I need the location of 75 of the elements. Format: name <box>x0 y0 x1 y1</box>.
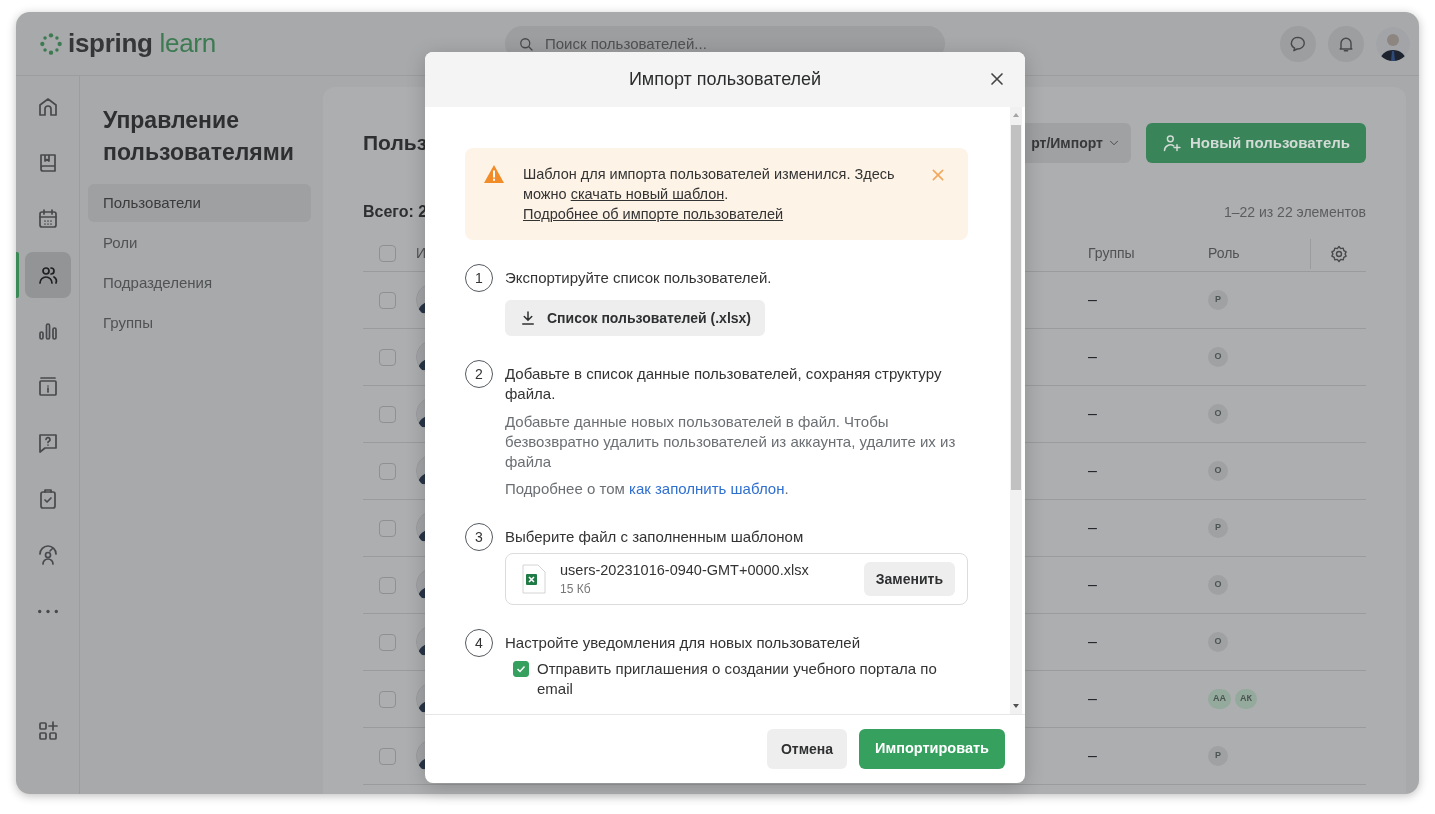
checkbox[interactable] <box>513 661 529 677</box>
spreadsheet-file-icon <box>522 564 546 594</box>
role-badge: Р <box>1208 290 1228 310</box>
add-user-icon <box>1161 133 1182 153</box>
checkbox-label: Отправить приглашения о создании учебного портала по email <box>537 659 938 699</box>
step-text: Выберите файл с заполненным шаблоном <box>505 527 805 547</box>
avatar[interactable] <box>1376 26 1410 61</box>
sidebar-item[interactable]: Подразделения <box>88 264 311 302</box>
section-title: Управление пользователями <box>102 106 295 167</box>
download-icon <box>519 309 537 327</box>
role-badge: АК <box>1235 689 1257 709</box>
checkbox[interactable] <box>379 576 396 594</box>
step-text: Добавьте в список данные пользователей, сохраняя структуру файла. <box>505 364 943 404</box>
role-badge: АА <box>1208 689 1231 709</box>
alert-text: Шаблон для импорта пользователей изменился. Здесь можно скачать новый шаблон. Подробнее об импорте пользователей <box>523 165 896 224</box>
checkbox[interactable] <box>379 633 396 651</box>
table-cell: – <box>1088 633 1097 650</box>
checkbox[interactable] <box>379 747 396 765</box>
role-badge: О <box>1208 461 1228 481</box>
new-user-button[interactable]: Новый пользователь <box>1145 123 1366 163</box>
pagination-info: 1–22 из 22 элементов <box>1223 202 1366 222</box>
help-text: Подробнее о том как заполнить шаблон. <box>505 479 790 499</box>
checkbox[interactable] <box>379 519 396 537</box>
column-header: Роль <box>1208 245 1240 261</box>
dismiss-icon[interactable] <box>930 167 946 183</box>
settings-icon[interactable] <box>1328 243 1349 264</box>
checkbox[interactable] <box>379 462 396 480</box>
import-help-link[interactable]: Подробнее об импорте пользователей <box>523 206 784 222</box>
fill-template-link[interactable]: как заполнить шаблон <box>629 480 785 497</box>
column-header: И <box>416 245 427 261</box>
import-button[interactable]: Импортировать <box>859 729 1005 769</box>
table-cell: – <box>1088 291 1097 308</box>
cancel-button[interactable]: Отмена <box>766 729 848 769</box>
logo-text: ispring learn <box>68 27 216 60</box>
more-icon <box>37 608 58 614</box>
checkbox[interactable] <box>379 245 396 262</box>
file-name: users-20231016-0940-GMT+0000.xlsx <box>560 561 809 579</box>
table-cell: – <box>1088 348 1097 365</box>
page-title: Польз <box>363 130 428 157</box>
table-cell: – <box>1088 747 1097 764</box>
table-cell: – <box>1088 576 1097 593</box>
table-cell: – <box>1088 519 1097 536</box>
checkbox[interactable] <box>379 348 396 366</box>
step-note: Добавьте данные новых пользователей в файл. Чтобы безвозвратно удалить пользователей из аккаунта, удалите их из файла <box>505 412 957 472</box>
sidebar-item[interactable]: Группы <box>88 304 311 342</box>
role-badge: Р <box>1208 746 1228 766</box>
scrollbar[interactable] <box>1010 107 1022 714</box>
replace-button[interactable]: Заменить <box>863 562 955 596</box>
dialog-title: Импорт пользователей <box>628 68 822 91</box>
table-cell: – <box>1088 405 1097 422</box>
warning-icon <box>483 164 505 184</box>
logo-icon <box>38 30 64 57</box>
role-badge: О <box>1208 632 1228 652</box>
role-badge: О <box>1208 347 1228 367</box>
column-header: Группы <box>1088 245 1135 261</box>
role-badge: О <box>1208 404 1228 424</box>
check-icon <box>515 663 527 675</box>
step-text: Настройте уведомления для новых пользователей <box>505 633 861 653</box>
chat-button[interactable] <box>1280 25 1316 62</box>
notifications-button[interactable] <box>1328 25 1364 62</box>
checkbox[interactable] <box>379 405 396 423</box>
nav-rail-item[interactable] <box>24 252 71 298</box>
search-icon <box>517 35 535 53</box>
role-badge: О <box>1208 575 1228 595</box>
sidebar-item[interactable]: Роли <box>88 224 311 262</box>
role-badge: Р <box>1208 518 1228 538</box>
sidebar-item[interactable]: Пользователи <box>88 184 311 222</box>
selection-indicator <box>16 252 19 298</box>
table-cell: – <box>1088 690 1097 707</box>
step-text: Экспортируйте список пользователей. <box>505 268 773 288</box>
file-size: 15 Кб <box>560 581 592 597</box>
checkbox[interactable] <box>379 291 396 309</box>
checkbox[interactable] <box>379 690 396 708</box>
table-cell: – <box>1088 462 1097 479</box>
export-list-button[interactable]: Список пользователей (.xlsx) <box>505 300 766 336</box>
